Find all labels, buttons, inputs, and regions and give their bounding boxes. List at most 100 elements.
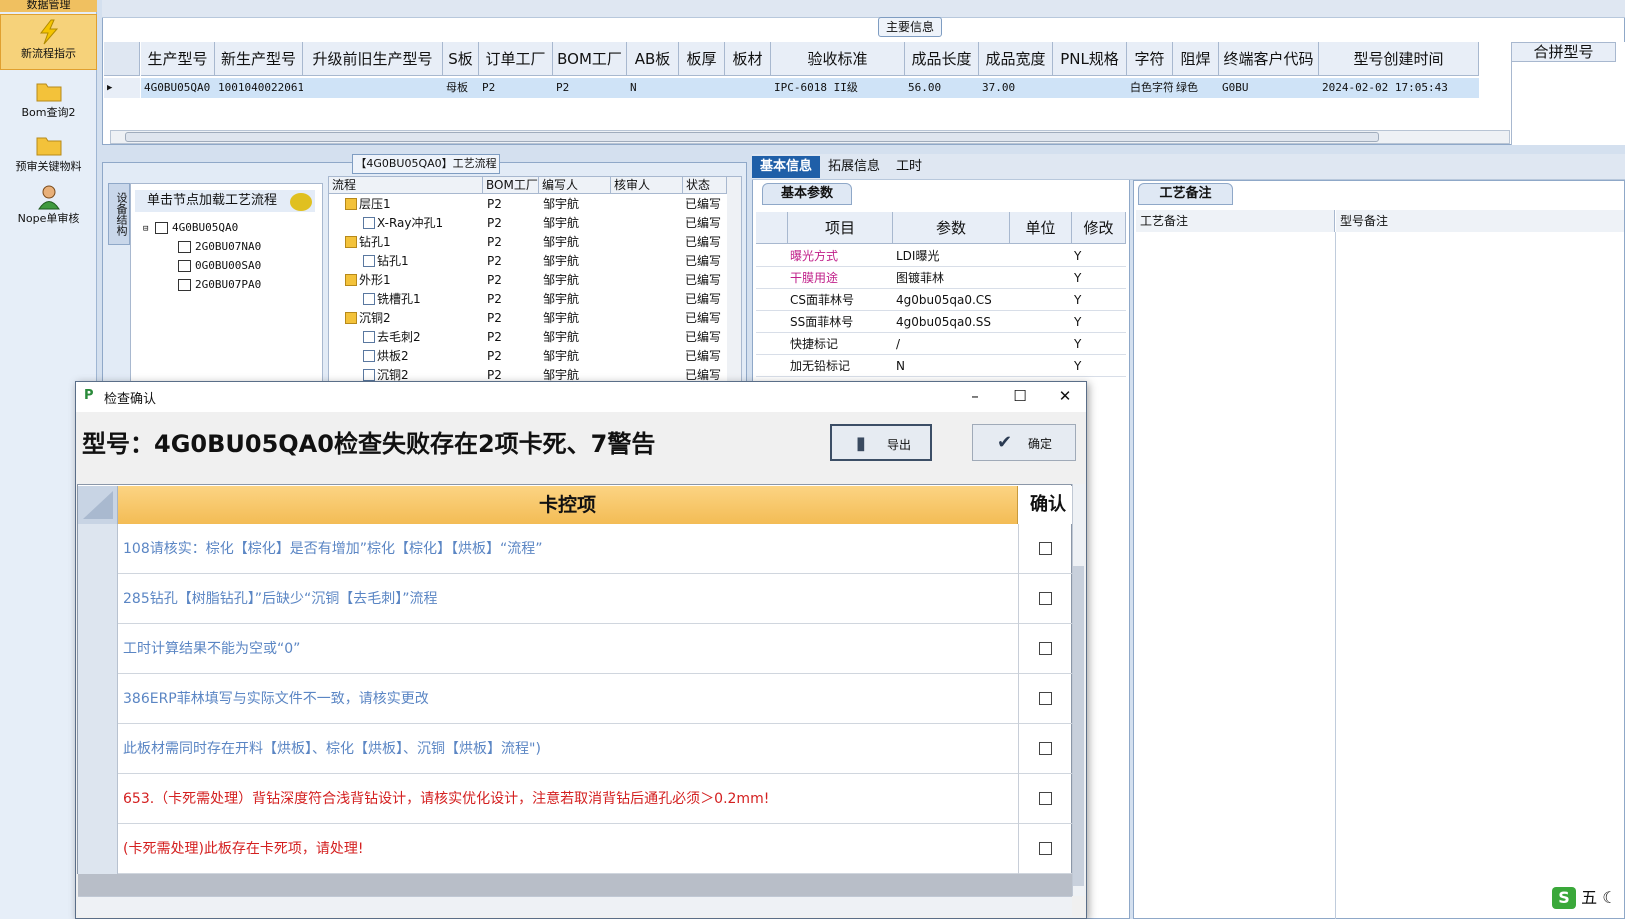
tab-work-hours[interactable]: 工时: [888, 156, 930, 178]
main-col-header[interactable]: BOM工厂: [553, 42, 627, 76]
basic-param-row[interactable]: CS面菲林号 4g0bu05qa0.CS Y: [756, 289, 1126, 311]
tab-basic-info[interactable]: 基本信息: [752, 156, 821, 178]
main-grid-hscroll[interactable]: [110, 130, 1510, 144]
confirm-checkbox[interactable]: [1039, 842, 1052, 855]
main-cell[interactable]: [679, 78, 725, 98]
main-col-header[interactable]: 终端客户代码: [1219, 42, 1319, 76]
control-row[interactable]: 386ERP菲林填写与实际文件不一致，请核实更改: [78, 674, 1072, 724]
scroll-thumb[interactable]: [125, 132, 1379, 142]
nav-item-preaudit-material[interactable]: 预审关键物料: [0, 132, 97, 178]
main-col-header[interactable]: 板材: [725, 42, 771, 76]
dialog-hscroll[interactable]: [78, 896, 1072, 916]
main-col-header[interactable]: PNL规格: [1053, 42, 1127, 76]
main-col-header[interactable]: AB板: [627, 42, 679, 76]
basic-param-row[interactable]: SS面菲林号 4g0bu05qa0.SS Y: [756, 311, 1126, 333]
col-unit[interactable]: 单位: [1010, 212, 1072, 244]
minimize-button[interactable]: –: [960, 385, 990, 407]
maximize-button[interactable]: ☐: [1005, 385, 1035, 407]
main-col-header[interactable]: 阻焊: [1173, 42, 1219, 76]
main-col-header[interactable]: 新生产型号: [215, 42, 303, 76]
tree-node[interactable]: 0G0BU00SA0: [178, 258, 261, 274]
main-cell[interactable]: 绿色: [1173, 78, 1219, 98]
row-header[interactable]: [78, 674, 118, 724]
col-status[interactable]: 状态: [683, 177, 727, 194]
main-cell[interactable]: P2: [553, 78, 627, 98]
checkbox-icon[interactable]: [178, 241, 191, 253]
row-header[interactable]: [78, 824, 118, 874]
dialog-titlebar[interactable]: [76, 382, 1086, 412]
nav-header[interactable]: 数据管理: [0, 0, 97, 12]
process-grid-vscroll[interactable]: [727, 177, 741, 382]
confirm-checkbox[interactable]: [1039, 792, 1052, 805]
grid-corner[interactable]: [756, 212, 788, 244]
main-cell[interactable]: [725, 78, 771, 98]
confirm-checkbox[interactable]: [1039, 742, 1052, 755]
main-col-header[interactable]: 订单工厂: [479, 42, 553, 76]
main-cell[interactable]: [1053, 78, 1127, 98]
control-row[interactable]: 此板材需同时存在开料【烘板】、棕化【烘板】、沉铜【烘板】流程"): [78, 724, 1072, 774]
main-cell[interactable]: 白色字符: [1127, 78, 1173, 98]
export-button[interactable]: ▮ 导出: [830, 424, 932, 461]
col-modify[interactable]: 修改: [1072, 212, 1126, 244]
nav-item-nope-review[interactable]: Nope单审核: [0, 184, 97, 230]
control-row[interactable]: (卡死需处理)此板存在卡死项，请处理!: [78, 824, 1072, 874]
confirm-checkbox[interactable]: [1039, 592, 1052, 605]
select-all-corner[interactable]: [78, 486, 118, 524]
grid-corner[interactable]: [104, 42, 140, 76]
main-col-header[interactable]: 字符: [1127, 42, 1173, 76]
main-cell[interactable]: 56.00: [905, 78, 979, 98]
chat-bubble-icon[interactable]: [290, 193, 312, 211]
main-cell[interactable]: 4G0BU05QA0: [141, 78, 215, 98]
main-cell[interactable]: N: [627, 78, 679, 98]
main-col-header[interactable]: 升级前旧生产型号: [303, 42, 443, 76]
main-col-header[interactable]: 板厚: [679, 42, 725, 76]
control-row[interactable]: 108请核实：棕化【棕化】是否有增加”棕化【棕化】【烘板】“流程”: [78, 524, 1072, 574]
confirm-checkbox[interactable]: [1039, 542, 1052, 555]
tab-basic-params[interactable]: 基本参数: [762, 183, 852, 205]
control-row[interactable]: 285钻孔【树脂钻孔】”后缺少“沉铜【去毛刺】”流程: [78, 574, 1072, 624]
basic-param-row[interactable]: 加无铅标记 N Y: [756, 355, 1126, 377]
basic-param-row[interactable]: 干膜用途 图镀菲林 Y: [756, 267, 1126, 289]
nav-item-new-process[interactable]: 新流程指示: [0, 14, 97, 70]
confirm-checkbox[interactable]: [1039, 642, 1052, 655]
main-cell[interactable]: 2024-02-02 17:05:43: [1319, 78, 1479, 98]
main-cell[interactable]: [303, 78, 443, 98]
tab-extended-info[interactable]: 拓展信息: [820, 156, 888, 178]
control-row[interactable]: 工时计算结果不能为空或“0”: [78, 624, 1072, 674]
control-row[interactable]: 653.（卡死需处理）背钻深度符合浅背钻设计，请核实优化设计，注意若取消背钻后通…: [78, 774, 1072, 824]
main-cell[interactable]: 10010400220617: [215, 78, 303, 98]
tree-node-root[interactable]: ⊟ 4G0BU05QA0: [143, 220, 238, 237]
main-cell[interactable]: P2: [479, 78, 553, 98]
main-cell[interactable]: 母板: [443, 78, 479, 98]
col-param[interactable]: 参数: [893, 212, 1010, 244]
row-header[interactable]: [78, 574, 118, 624]
col-writer[interactable]: 编写人: [539, 177, 611, 194]
main-cell[interactable]: IPC-6018 II级: [771, 78, 905, 98]
tree-node[interactable]: 2G0BU07PA0: [178, 277, 261, 293]
ime-indicator[interactable]: S 五 ☾: [1552, 885, 1622, 911]
main-col-header[interactable]: 成品宽度: [979, 42, 1053, 76]
ok-button[interactable]: ✔ 确定: [972, 424, 1076, 461]
tab-process-notes[interactable]: 工艺备注: [1138, 183, 1233, 205]
nav-item-bom-query[interactable]: Bom查询2: [0, 78, 97, 124]
basic-param-row[interactable]: 快捷标记 / Y: [756, 333, 1126, 355]
main-col-header[interactable]: 验收标准: [771, 42, 905, 76]
col-confirm[interactable]: 确认: [1018, 486, 1072, 524]
device-structure-tab[interactable]: 设备结构: [108, 183, 130, 245]
row-header[interactable]: [78, 524, 118, 574]
col-reviewer[interactable]: 核审人: [611, 177, 683, 194]
scroll-thumb[interactable]: [1073, 566, 1084, 886]
checkbox-icon[interactable]: [155, 222, 169, 234]
main-cell[interactable]: 37.00: [979, 78, 1053, 98]
main-cell[interactable]: G0BU: [1219, 78, 1319, 98]
col-control-item[interactable]: 卡控项: [118, 486, 1018, 524]
checkbox-icon[interactable]: [178, 260, 191, 272]
confirm-checkbox[interactable]: [1039, 692, 1052, 705]
col-item[interactable]: 项目: [788, 212, 893, 244]
close-button[interactable]: ✕: [1050, 385, 1080, 407]
row-header[interactable]: [78, 624, 118, 674]
checkbox-icon[interactable]: [178, 279, 191, 291]
tree-node[interactable]: 2G0BU07NA0: [178, 239, 261, 255]
main-col-header[interactable]: 型号创建时间: [1319, 42, 1479, 76]
col-process[interactable]: 流程: [329, 177, 483, 194]
